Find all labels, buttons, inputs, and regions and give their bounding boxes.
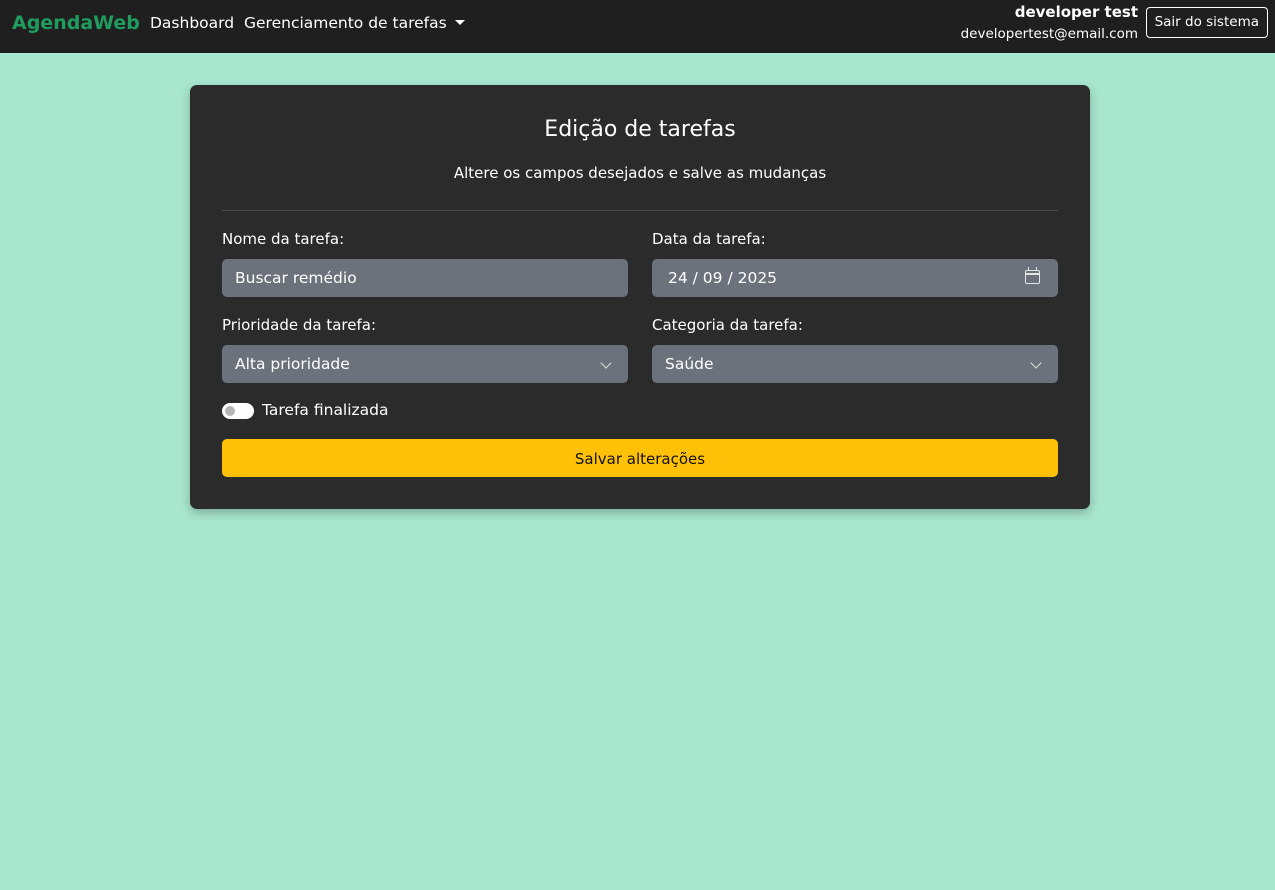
- chevron-down-icon: [1030, 357, 1042, 369]
- toggle-knob: [225, 406, 235, 416]
- chevron-down-icon: [600, 357, 612, 369]
- brand-logo[interactable]: AgendaWeb: [12, 12, 140, 34]
- task-name-input[interactable]: Buscar remédio: [222, 259, 628, 297]
- logout-button[interactable]: Sair do sistema: [1145, 7, 1268, 38]
- nav-tasks-label: Gerenciamento de tarefas: [244, 14, 447, 32]
- task-finished-label[interactable]: Tarefa finalizada: [262, 401, 389, 419]
- user-email: developertest@email.com: [960, 26, 1138, 42]
- task-name-label: Nome da tarefa:: [222, 230, 345, 248]
- task-date-value: 24 / 09 / 2025: [668, 269, 778, 287]
- user-name: developer test: [1014, 3, 1138, 21]
- task-date-input[interactable]: 24 / 09 / 2025: [652, 259, 1058, 297]
- page-subtitle: Altere os campos desejados e salve as mu…: [453, 164, 827, 182]
- caret-down-icon: [454, 20, 465, 25]
- task-date-label: Data da tarefa:: [652, 230, 766, 248]
- nav-tasks-dropdown[interactable]: Gerenciamento de tarefas: [244, 14, 465, 32]
- user-info: developer test developertest@email.com: [961, 3, 1138, 44]
- divider: [222, 210, 1058, 211]
- task-priority-value: Alta prioridade: [235, 355, 350, 373]
- page-title: Edição de tarefas: [544, 117, 736, 142]
- task-finished-toggle[interactable]: [222, 403, 254, 419]
- task-category-label: Categoria da tarefa:: [652, 316, 803, 334]
- task-category-value: Saúde: [665, 355, 714, 373]
- task-category-select[interactable]: Saúde: [652, 345, 1058, 383]
- calendar-icon[interactable]: [1025, 267, 1040, 284]
- task-priority-select[interactable]: Alta prioridade: [222, 345, 628, 383]
- save-changes-button[interactable]: Salvar alterações: [222, 439, 1058, 477]
- top-navbar: AgendaWeb Dashboard Gerenciamento de tar…: [0, 0, 1275, 53]
- task-priority-label: Prioridade da tarefa:: [222, 316, 377, 334]
- nav-dashboard-link[interactable]: Dashboard: [150, 14, 234, 32]
- edit-task-card: Edição de tarefas Altere os campos desej…: [190, 85, 1090, 509]
